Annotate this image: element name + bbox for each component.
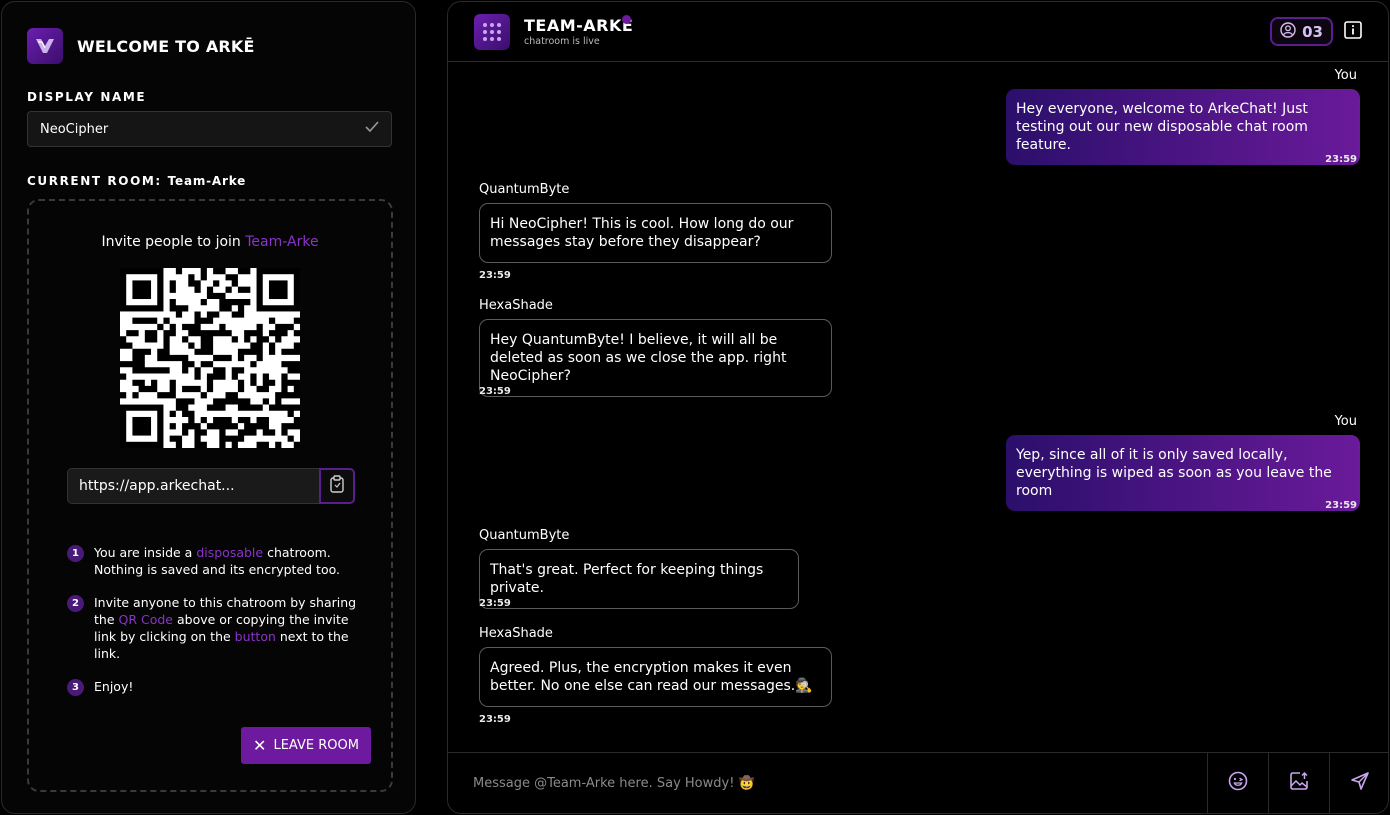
- user-count-value: 03: [1302, 22, 1323, 41]
- invite-box: Invite people to join Team-Arke https://…: [27, 199, 393, 792]
- step-text-part: Enjoy!: [94, 679, 134, 694]
- user-count-button[interactable]: 03: [1270, 17, 1333, 46]
- message-time: 23:59: [479, 270, 511, 281]
- step-number: 2: [67, 595, 84, 612]
- instruction-step: 2 Invite anyone to this chatroom by shar…: [67, 594, 367, 662]
- message-author: You: [1334, 68, 1357, 83]
- user-icon: [1280, 21, 1296, 42]
- emoji-button[interactable]: [1207, 753, 1268, 813]
- leave-room-label: LEAVE ROOM: [273, 738, 359, 753]
- message-bubble-incoming: Hey QuantumByte! I believe, it will all …: [479, 319, 832, 397]
- message-input[interactable]: Message @Team-Arke here. Say Howdy! 🤠: [473, 753, 1173, 813]
- brand-title: WELCOME TO ARKĒ: [77, 36, 255, 56]
- invite-link-row: https://app.arkechat...: [67, 468, 355, 504]
- instruction-step: 3 Enjoy!: [67, 678, 367, 696]
- step-text-part: You are inside a: [94, 545, 197, 560]
- qr-code: [119, 267, 300, 448]
- chat-panel: TEAM-ARKĒ chatroom is live 03 You Hey ev: [447, 1, 1389, 814]
- chat-header: TEAM-ARKĒ chatroom is live 03: [448, 2, 1388, 62]
- display-name-value: NeoCipher: [40, 121, 109, 137]
- message-author: HexaShade: [479, 298, 553, 313]
- step-number: 1: [67, 545, 84, 562]
- message-time: 23:59: [479, 714, 511, 725]
- display-name-field[interactable]: NeoCipher: [27, 111, 392, 147]
- step-number: 3: [67, 679, 84, 696]
- copy-link-button[interactable]: [319, 468, 355, 504]
- message-time: 23:59: [479, 386, 511, 397]
- step-highlight: button: [234, 629, 276, 644]
- message-author: QuantumByte: [479, 182, 570, 197]
- invite-link-field[interactable]: https://app.arkechat...: [67, 468, 319, 504]
- send-button[interactable]: [1329, 753, 1388, 813]
- leave-room-button[interactable]: ✕ LEAVE ROOM: [241, 727, 371, 764]
- invite-room-name: Team-Arke: [245, 234, 319, 250]
- clipboard-copy-icon: [329, 475, 345, 497]
- room-status: chatroom is live: [524, 36, 600, 47]
- step-text: Enjoy!: [94, 678, 133, 696]
- info-icon[interactable]: [1344, 21, 1362, 43]
- current-room-name: Team-Arke: [167, 174, 247, 188]
- close-icon: ✕: [253, 736, 267, 755]
- instructions-list: 1 You are inside a disposable chatroom. …: [67, 544, 367, 712]
- invite-title: Invite people to join Team-Arke: [29, 234, 391, 250]
- live-indicator: [622, 15, 631, 24]
- image-upload-button[interactable]: [1268, 753, 1329, 813]
- invite-prefix: Invite people to join: [101, 234, 241, 250]
- room-title: TEAM-ARKĒ: [524, 16, 634, 35]
- check-icon[interactable]: [365, 121, 379, 137]
- display-name-label: DISPLAY NAME: [27, 90, 147, 104]
- message-time: 23:59: [1325, 154, 1357, 165]
- sidebar-panel: WELCOME TO ARKĒ DISPLAY NAME NeoCipher C…: [1, 1, 416, 814]
- message-bubble-incoming: That's great. Perfect for keeping things…: [479, 549, 799, 609]
- send-icon: [1350, 771, 1370, 795]
- current-room-prefix: CURRENT ROOM:: [27, 174, 162, 188]
- message-bubble-outgoing: Hey everyone, welcome to ArkeChat! Just …: [1006, 89, 1360, 165]
- room-grid-icon: [474, 14, 510, 50]
- step-highlight: QR Code: [118, 612, 174, 627]
- image-upload-icon: [1289, 771, 1309, 795]
- message-bubble-incoming: Agreed. Plus, the encryption makes it ev…: [479, 647, 832, 707]
- message-time: 23:59: [479, 598, 511, 609]
- message-time: 23:59: [1325, 500, 1357, 511]
- step-text: You are inside a disposable chatroom. No…: [94, 544, 367, 578]
- step-text: Invite anyone to this chatroom by sharin…: [94, 594, 367, 662]
- message-bubble-incoming: Hi NeoCipher! This is cool. How long do …: [479, 203, 832, 263]
- step-highlight: disposable: [196, 545, 264, 560]
- message-author: HexaShade: [479, 626, 553, 641]
- instruction-step: 1 You are inside a disposable chatroom. …: [67, 544, 367, 578]
- message-author: You: [1334, 414, 1357, 429]
- message-composer: Message @Team-Arke here. Say Howdy! 🤠: [448, 752, 1388, 813]
- message-author: QuantumByte: [479, 528, 570, 543]
- message-bubble-outgoing: Yep, since all of it is only saved local…: [1006, 435, 1360, 511]
- arke-logo-icon: [27, 28, 63, 64]
- current-room-label: CURRENT ROOM: Team-Arke: [27, 174, 246, 188]
- emoji-icon: [1228, 771, 1248, 795]
- brand: WELCOME TO ARKĒ: [27, 28, 255, 64]
